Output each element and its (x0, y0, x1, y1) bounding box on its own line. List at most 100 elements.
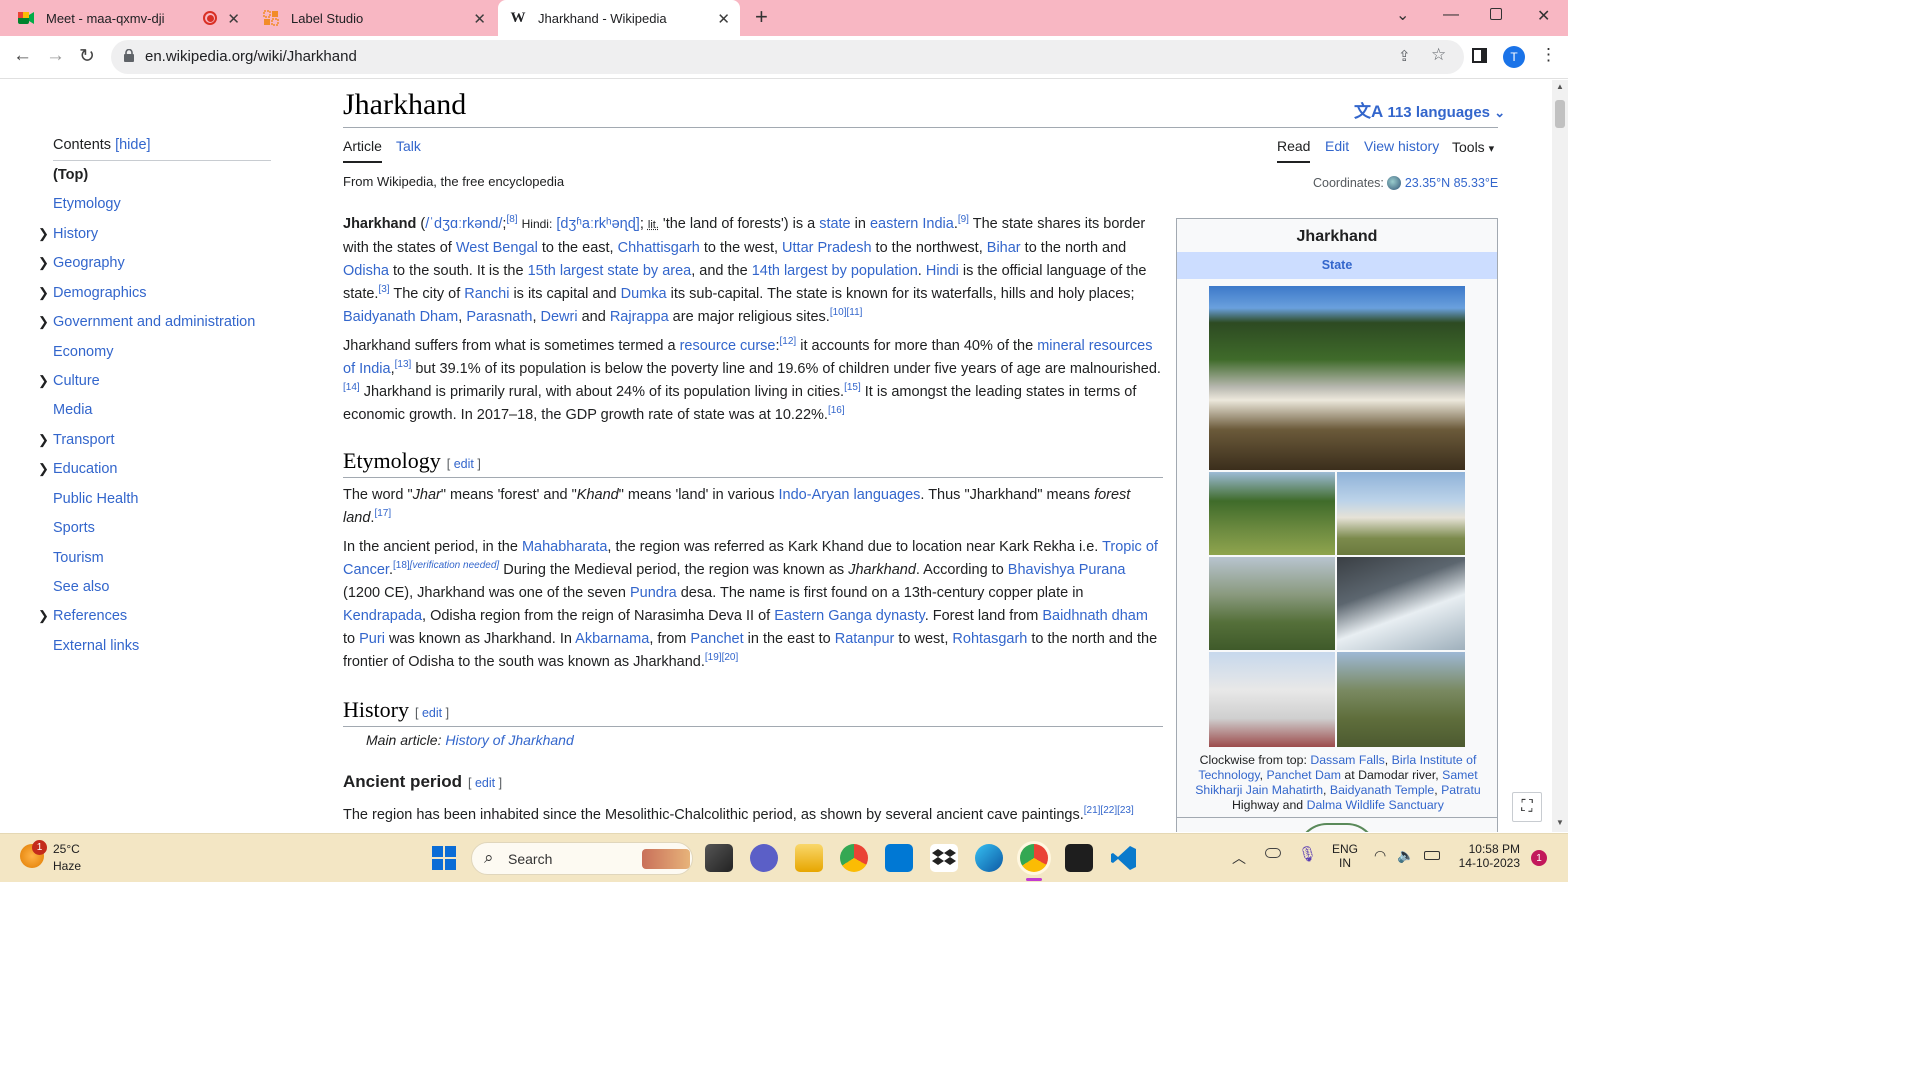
patratu-image[interactable] (1209, 557, 1335, 650)
chevron-right-icon[interactable]: ❯ (38, 226, 49, 242)
toc-item-sports[interactable]: Sports (53, 520, 95, 536)
fullscreen-icon[interactable]: ⛶ (1512, 792, 1542, 822)
minimize-icon[interactable]: — (1443, 6, 1459, 24)
chrome-icon[interactable] (840, 844, 868, 872)
share-icon[interactable]: ⇪ (1398, 47, 1411, 65)
page-title: Jharkhand (343, 88, 467, 121)
clock[interactable]: 10:58 PM 14-10-2023 (1456, 842, 1520, 870)
toc-item-culture[interactable]: Culture (53, 373, 100, 389)
tab-close-icon[interactable]: ✕ (717, 10, 730, 28)
bookmark-star-icon[interactable]: ☆ (1431, 45, 1446, 65)
wifi-icon[interactable]: ◠ (1374, 847, 1386, 864)
terminal-icon[interactable] (1065, 844, 1093, 872)
caption-link[interactable]: Panchet Dam (1266, 768, 1341, 782)
dassam-falls-image[interactable] (1209, 286, 1465, 470)
dalma-sanctuary-image[interactable] (1337, 652, 1465, 747)
tab-meet[interactable]: Meet - maa-qxmv-dji ✕ (18, 0, 250, 36)
restore-icon[interactable] (1490, 8, 1502, 20)
weather-temp[interactable]: 25°C (53, 842, 80, 856)
tools-menu[interactable]: Tools ▾ (1452, 139, 1494, 155)
tab-read[interactable]: Read (1277, 138, 1311, 163)
toc-item-tourism[interactable]: Tourism (53, 550, 104, 566)
toc-hide-link[interactable]: [hide] (115, 137, 150, 153)
globe-icon[interactable] (1387, 176, 1402, 190)
infobox-subtitle[interactable]: State (1177, 252, 1497, 279)
tray-overflow-icon[interactable]: ︿ (1232, 848, 1246, 868)
toc-item-top[interactable]: (Top) (53, 167, 88, 183)
close-window-icon[interactable]: ✕ (1537, 6, 1550, 26)
toc-item-see-also[interactable]: See also (53, 579, 109, 595)
language-indicator[interactable]: ENG IN (1332, 842, 1358, 870)
dropbox-icon[interactable] (930, 844, 958, 872)
landscape-image[interactable] (1209, 472, 1335, 555)
edge-icon[interactable] (975, 844, 1003, 872)
toc-item-economy[interactable]: Economy (53, 344, 113, 360)
forward-icon[interactable]: → (46, 45, 65, 67)
toc-item-public-health[interactable]: Public Health (53, 491, 138, 507)
file-explorer-icon[interactable] (795, 844, 823, 872)
toc-item-education[interactable]: Education (53, 461, 118, 477)
caption-link[interactable]: Baidyanath Temple (1330, 783, 1434, 797)
tab-edit[interactable]: Edit (1325, 138, 1349, 154)
toc-item-geography[interactable]: Geography (53, 255, 125, 271)
caption-link[interactable]: Patratu (1441, 783, 1481, 797)
teams-chat-icon[interactable] (750, 844, 778, 872)
microphone-icon[interactable]: 🎙 (1298, 845, 1317, 863)
chevron-right-icon[interactable]: ❯ (38, 373, 49, 389)
edit-link[interactable]: edit (422, 706, 442, 720)
task-view-icon[interactable] (705, 844, 733, 872)
main-article-link[interactable]: History of Jharkhand (445, 732, 573, 748)
chevron-right-icon[interactable]: ❯ (38, 461, 49, 477)
baidyanath-temple-image[interactable] (1209, 652, 1335, 747)
toc-item-media[interactable]: Media (53, 402, 93, 418)
language-selector[interactable]: 文A 113 languages ⌄ (1354, 97, 1505, 122)
tab-article[interactable]: Article (343, 138, 382, 163)
toc-item-external-links[interactable]: External links (53, 638, 139, 654)
tab-wikipedia[interactable]: W Jharkhand - Wikipedia ✕ (498, 0, 740, 36)
mail-icon[interactable] (885, 844, 913, 872)
caption-link[interactable]: Dassam Falls (1310, 753, 1384, 767)
tab-search-icon[interactable]: ⌄ (1396, 5, 1409, 25)
coordinates-link[interactable]: 23.35°N 85.33°E (1405, 176, 1498, 190)
windows-start-icon[interactable] (432, 846, 456, 870)
toc-item-history[interactable]: History (53, 226, 98, 242)
onedrive-icon[interactable] (1265, 848, 1281, 858)
vscode-icon[interactable] (1110, 844, 1138, 872)
scroll-down-icon[interactable]: ▼ (1556, 818, 1564, 827)
volume-icon[interactable]: 🔈 (1397, 847, 1414, 864)
notification-badge[interactable]: 1 (1531, 850, 1547, 866)
chevron-right-icon[interactable]: ❯ (38, 608, 49, 624)
toc-item-government[interactable]: Government and administration (53, 314, 255, 330)
caption-link[interactable]: Dalma Wildlife Sanctuary (1307, 798, 1444, 812)
toc-item-references[interactable]: References (53, 608, 127, 624)
reload-icon[interactable]: ↻ (79, 45, 95, 68)
menu-icon[interactable]: ⋮ (1540, 45, 1557, 65)
back-icon[interactable]: ← (13, 45, 32, 67)
profile-avatar[interactable]: T (1503, 46, 1525, 68)
tab-label-studio[interactable]: Label Studio ✕ (263, 0, 496, 36)
chevron-right-icon[interactable]: ❯ (38, 314, 49, 330)
edit-link[interactable]: edit (454, 457, 474, 471)
chrome-profile-icon[interactable] (1020, 844, 1048, 872)
chevron-right-icon[interactable]: ❯ (38, 432, 49, 448)
tab-close-icon[interactable]: ✕ (473, 10, 486, 28)
toc-item-transport[interactable]: Transport (53, 432, 115, 448)
tab-talk[interactable]: Talk (396, 138, 421, 154)
address-bar[interactable]: en.wikipedia.org/wiki/Jharkhand ⇪ ☆ (111, 40, 1464, 74)
scroll-up-icon[interactable]: ▲ (1556, 82, 1564, 91)
taskbar-search[interactable]: ⌕ Search (471, 842, 693, 875)
toc-item-etymology[interactable]: Etymology (53, 196, 121, 212)
panchet-dam-image[interactable] (1337, 557, 1465, 650)
tab-close-icon[interactable]: ✕ (227, 10, 240, 28)
birla-institute-image[interactable] (1337, 472, 1465, 555)
battery-icon[interactable] (1424, 851, 1440, 860)
scrollbar-thumb[interactable] (1555, 100, 1565, 128)
chevron-right-icon[interactable]: ❯ (38, 255, 49, 271)
side-panel-icon[interactable] (1472, 48, 1487, 63)
page-scrollbar[interactable]: ▲ ▼ (1552, 80, 1568, 832)
chevron-right-icon[interactable]: ❯ (38, 285, 49, 301)
toc-item-demographics[interactable]: Demographics (53, 285, 147, 301)
edit-link[interactable]: edit (475, 776, 495, 790)
tab-view-history[interactable]: View history (1364, 138, 1439, 154)
new-tab-icon[interactable]: + (755, 4, 768, 30)
